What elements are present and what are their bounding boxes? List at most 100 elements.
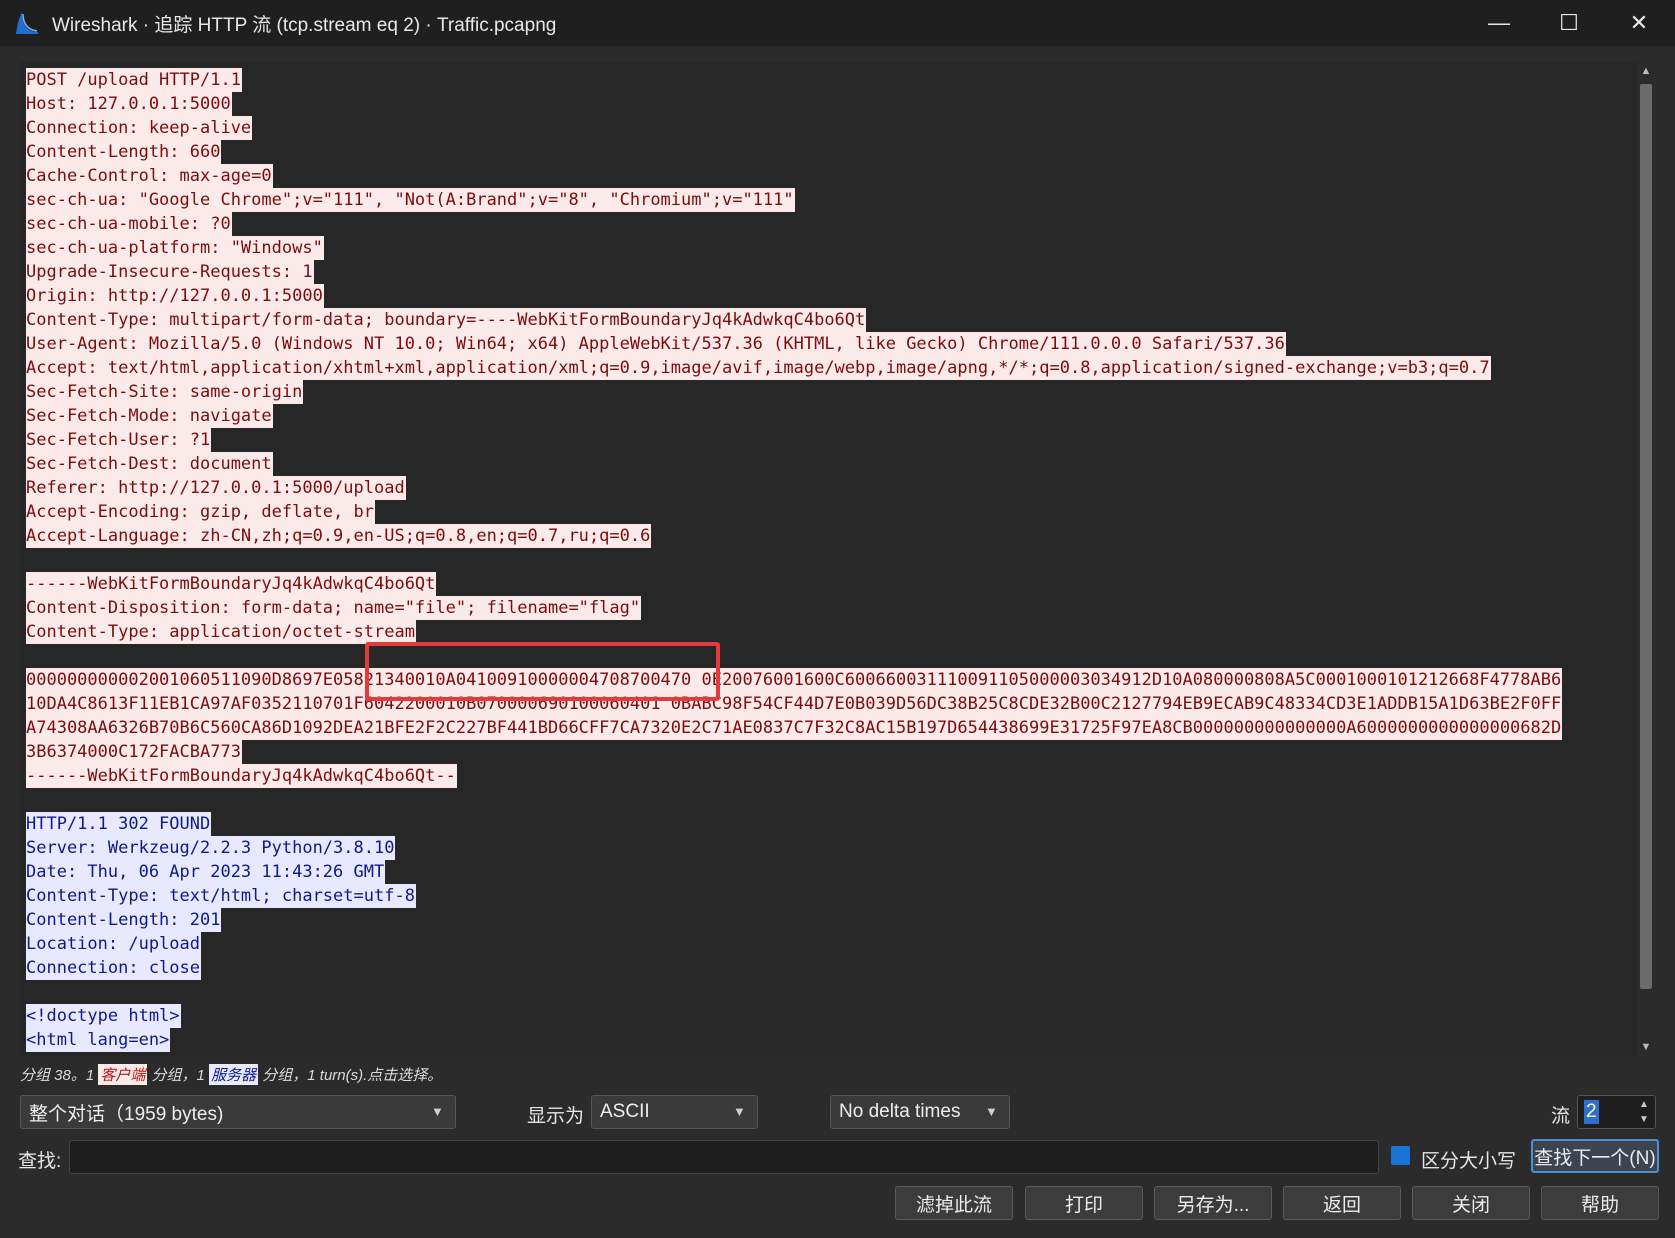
stream-line-text: Accept: text/html,application/xhtml+xml,… <box>26 356 1491 380</box>
close-window-button[interactable]: ✕ <box>1604 0 1674 46</box>
stream-line-text: Content-Length: 201 <box>26 908 222 932</box>
scroll-up-arrow-icon[interactable]: ▲ <box>1637 62 1655 80</box>
client-stream-line: Content-Disposition: form-data; name="fi… <box>26 596 1562 620</box>
stream-line-text: Sec-Fetch-Site: same-origin <box>26 380 304 404</box>
delta-times-select-value: No delta times <box>839 1101 961 1122</box>
stream-line-text: Server: Werkzeug/2.2.3 Python/3.8.10 <box>26 836 396 860</box>
client-stream-line: A74308AA6326B70B6C560CA86D1092DEA21BFE2F… <box>26 716 1563 740</box>
stream-line-text: 3B6374000C172FACBA773 <box>26 740 242 764</box>
stream-line-text: Content-Disposition: form-data; name="fi… <box>26 596 642 620</box>
stream-line-text: 10DA4C8613F11EB1CA97AF0352110701F6042200… <box>26 692 1563 716</box>
client-stream-line: Accept-Encoding: gzip, deflate, br <box>26 500 1562 524</box>
scroll-down-arrow-icon[interactable]: ▼ <box>1637 1038 1655 1056</box>
minimize-button[interactable]: — <box>1464 0 1534 46</box>
find-next-label: 查找下一个(N) <box>1534 1147 1656 1169</box>
chevron-down-icon: ▼ <box>733 1104 746 1119</box>
stream-line-text: ------WebKitFormBoundaryJq4kAdwkqC4bo6Qt <box>26 572 437 596</box>
server-stream-line: HTTP/1.1 302 FOUND <box>26 812 1562 836</box>
client-stream-line: 000000000002001060511090D8697E0582134001… <box>26 668 1563 692</box>
client-stream-line: ------WebKitFormBoundaryJq4kAdwkqC4bo6Qt <box>26 572 1562 596</box>
back-button[interactable]: 返回 <box>1283 1186 1401 1220</box>
summary-suffix: 分组，1 turn(s).点击选择。 <box>258 1066 443 1084</box>
scroll-thumb[interactable] <box>1640 84 1652 989</box>
stream-line-text: Host: 127.0.0.1:5000 <box>26 92 232 116</box>
conversation-select[interactable]: 整个对话（1959 bytes) ▼ <box>20 1095 456 1129</box>
wireshark-fin-icon <box>16 12 38 34</box>
close-button[interactable]: 关闭 <box>1412 1186 1530 1220</box>
stream-label: 流 <box>1551 1106 1571 1127</box>
chevron-down-icon: ▼ <box>431 1104 444 1119</box>
stream-number-value[interactable]: 2 <box>1584 1100 1599 1124</box>
stream-line-text: Connection: close <box>26 956 201 980</box>
chevron-down-icon: ▼ <box>985 1104 998 1119</box>
stream-line-text: User-Agent: Mozilla/5.0 (Windows NT 10.0… <box>26 332 1286 356</box>
show-as-label: 显示为 <box>527 1106 585 1127</box>
client-tag: 客户端 <box>98 1063 148 1085</box>
spin-up-icon[interactable]: ▲ <box>1636 1098 1652 1112</box>
stream-line-text: Accept-Encoding: gzip, deflate, br <box>26 500 375 524</box>
stream-number-spinbox[interactable]: 2 ▲ ▼ <box>1577 1095 1656 1129</box>
packet-summary[interactable]: 分组 38。1 客户端 分组，1 服务器 分组，1 turn(s).点击选择。 <box>20 1062 442 1086</box>
client-stream-line: Sec-Fetch-Mode: navigate <box>26 404 1562 428</box>
stream-line-text: POST /upload HTTP/1.1 <box>26 68 242 92</box>
print-button[interactable]: 打印 <box>1025 1186 1143 1220</box>
client-stream-line: Content-Type: multipart/form-data; bound… <box>26 308 1562 332</box>
stream-line-text: sec-ch-ua: "Google Chrome";v="111", "Not… <box>26 188 795 212</box>
case-sensitive-checkbox[interactable] <box>1391 1146 1410 1165</box>
stream-line-text: Content-Type: text/html; charset=utf-8 <box>26 884 416 908</box>
client-stream-line: Content-Length: 660 <box>26 140 1562 164</box>
server-stream-line: Server: Werkzeug/2.2.3 Python/3.8.10 <box>26 836 1562 860</box>
stream-line-text: Sec-Fetch-Mode: navigate <box>26 404 273 428</box>
stream-line-text: Origin: http://127.0.0.1:5000 <box>26 284 324 308</box>
client-stream-line: Sec-Fetch-User: ?1 <box>26 428 1562 452</box>
stream-line-text: Content-Type: application/octet-stream <box>26 620 416 644</box>
follow-stream-window: Wireshark · 追踪 HTTP 流 (tcp.stream eq 2) … <box>0 0 1675 1238</box>
stream-line-text: A74308AA6326B70B6C560CA86D1092DEA21BFE2F… <box>26 716 1563 740</box>
conversation-select-value: 整个对话（1959 bytes) <box>29 1103 224 1125</box>
stream-line-text: sec-ch-ua-platform: "Windows" <box>26 236 324 260</box>
maximize-icon: ☐ <box>1559 10 1579 35</box>
filter-out-label: 滤掉此流 <box>915 1194 992 1216</box>
maximize-button[interactable]: ☐ <box>1534 0 1604 46</box>
stream-line-text: <html lang=en> <box>26 1028 171 1052</box>
stream-line-text: Referer: http://127.0.0.1:5000/upload <box>26 476 406 500</box>
save-as-button[interactable]: 另存为... <box>1154 1186 1272 1220</box>
close-label: 关闭 <box>1451 1194 1490 1216</box>
stream-line-text: Cache-Control: max-age=0 <box>26 164 273 188</box>
client-stream-line: Accept: text/html,application/xhtml+xml,… <box>26 356 1562 380</box>
client-stream-line: Cache-Control: max-age=0 <box>26 164 1562 188</box>
client-stream-line: Origin: http://127.0.0.1:5000 <box>26 284 1562 308</box>
client-stream-line: sec-ch-ua-platform: "Windows" <box>26 236 1562 260</box>
client-stream-line: 3B6374000C172FACBA773 <box>26 740 1562 764</box>
client-stream-line: 10DA4C8613F11EB1CA97AF0352110701F6042200… <box>26 692 1563 716</box>
find-next-button[interactable]: 查找下一个(N) <box>1531 1139 1659 1173</box>
client-stream-line: Sec-Fetch-Site: same-origin <box>26 380 1562 404</box>
stream-line-text: ------WebKitFormBoundaryJq4kAdwkqC4bo6Qt… <box>26 764 457 788</box>
server-stream-line: Content-Type: text/html; charset=utf-8 <box>26 884 1562 908</box>
help-button[interactable]: 帮助 <box>1541 1186 1659 1220</box>
spin-down-icon[interactable]: ▼ <box>1636 1113 1652 1127</box>
server-stream-line: <html lang=en> <box>26 1028 1562 1052</box>
server-stream-line: Connection: close <box>26 956 1562 980</box>
server-stream-line: Content-Length: 201 <box>26 908 1562 932</box>
find-input[interactable] <box>69 1140 1379 1174</box>
delta-times-select[interactable]: No delta times ▼ <box>830 1095 1010 1129</box>
stream-line-text: Location: /upload <box>26 932 201 956</box>
stream-line-text: Content-Length: 660 <box>26 140 222 164</box>
show-as-select[interactable]: ASCII ▼ <box>591 1095 758 1129</box>
stream-line-text: Upgrade-Insecure-Requests: 1 <box>26 260 314 284</box>
stream-text-pane[interactable]: POST /upload HTTP/1.1 Host: 127.0.0.1:500… <box>20 62 1637 1056</box>
summary-middle: 分组，1 <box>147 1066 210 1084</box>
client-stream-line: Host: 127.0.0.1:5000 <box>26 92 1562 116</box>
stream-line-text: Sec-Fetch-User: ?1 <box>26 428 212 452</box>
filter-out-stream-button[interactable]: 滤掉此流 <box>895 1186 1013 1220</box>
stream-line-text: Connection: keep-alive <box>26 116 253 140</box>
stream-line-text: <!doctype html> <box>26 1004 181 1028</box>
client-stream-line: Content-Type: application/octet-stream <box>26 620 1562 644</box>
show-as-select-value: ASCII <box>600 1101 650 1122</box>
vertical-scrollbar[interactable]: ▲ ▼ <box>1637 62 1655 1056</box>
stream-line-text: sec-ch-ua-mobile: ?0 <box>26 212 232 236</box>
